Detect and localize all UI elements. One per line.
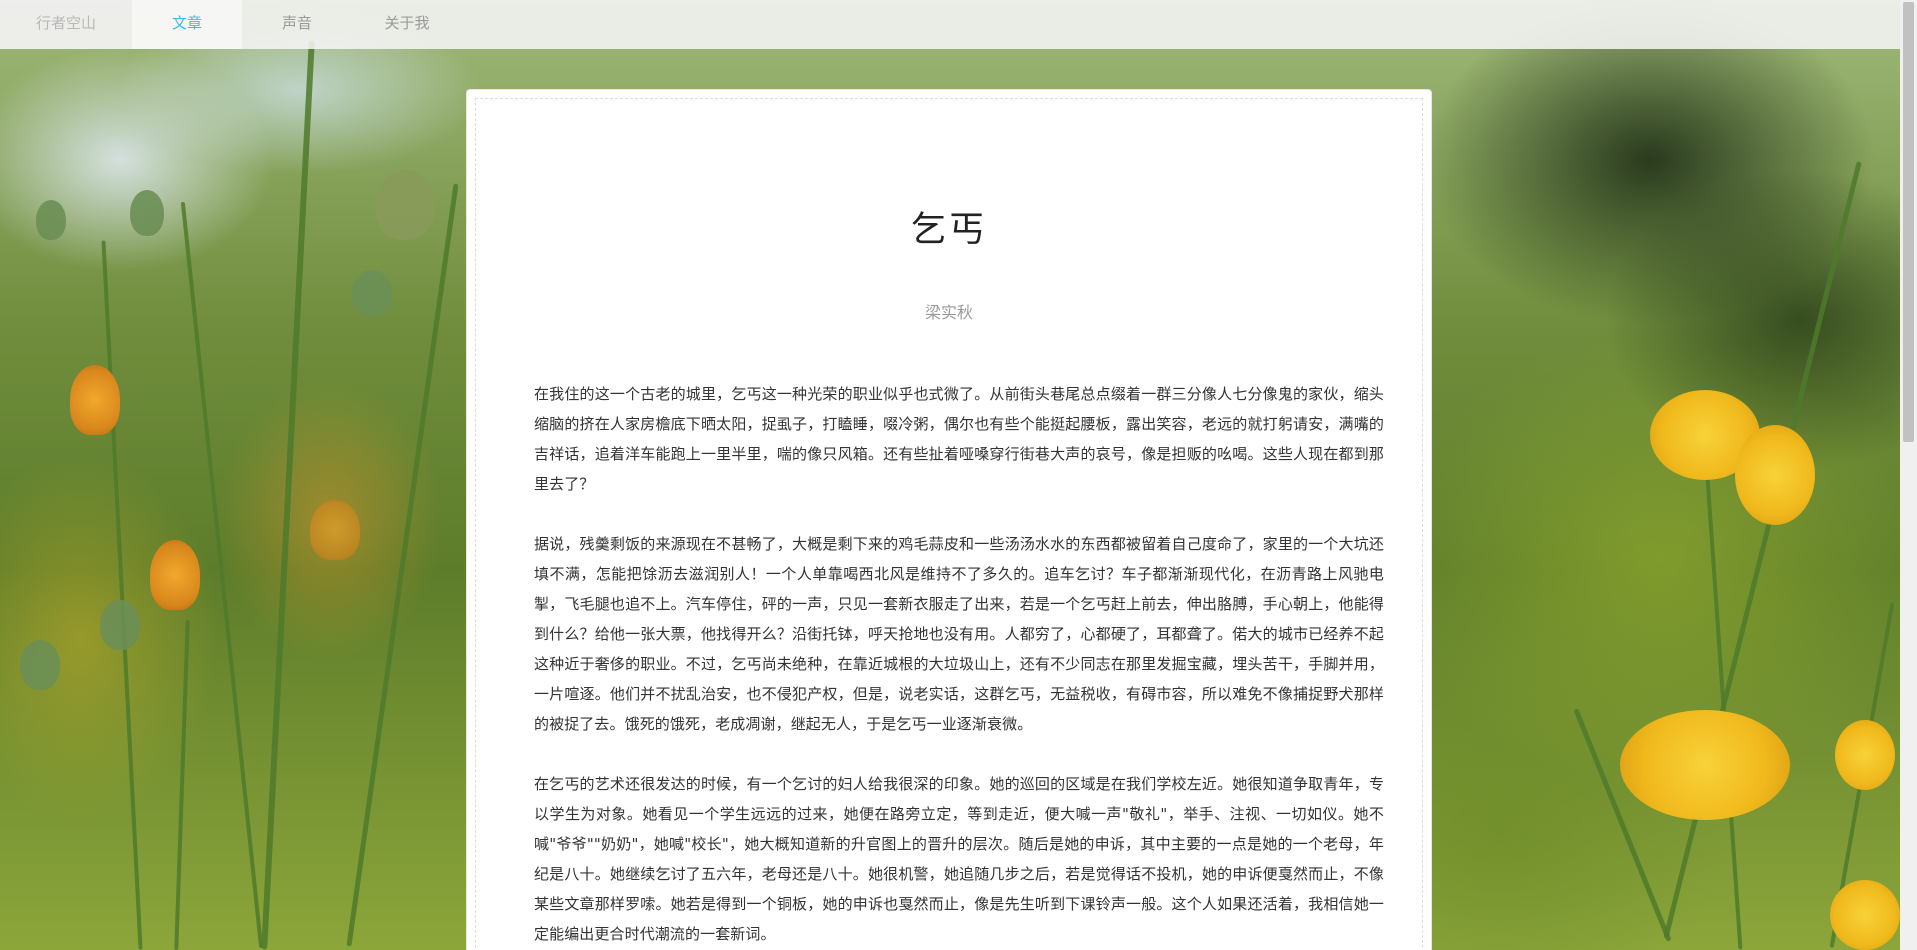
vertical-scrollbar[interactable] <box>1900 0 1917 950</box>
article-title: 乞丐 <box>910 210 987 250</box>
scrollbar-thumb[interactable] <box>1903 2 1914 442</box>
site-brand-link[interactable]: 行者空山 <box>0 0 132 49</box>
nav-tab-articles[interactable]: 文章 <box>132 0 242 49</box>
article-card-border: 乞丐 梁实秋 在我住的这一个古老的城里，乞丐这一种光荣的职业似乎也式微了。从前街… <box>475 98 1423 950</box>
top-navigation-bar: 行者空山 文章 声音 关于我 <box>0 0 1900 49</box>
nav-tab-about[interactable]: 关于我 <box>352 0 462 49</box>
page: 行者空山 文章 声音 关于我 乞丐 梁实秋 在我住的这一个古老的城里，乞丐这一种… <box>0 0 1917 950</box>
article-body: 在我住的这一个古老的城里，乞丐这一种光荣的职业似乎也式微了。从前街头巷尾总点缀着… <box>534 379 1384 950</box>
article-paragraph: 据说，残羹剩饭的来源现在不甚畅了，大概是剩下来的鸡毛蒜皮和一些汤汤水水的东西都被… <box>534 535 1384 733</box>
article-paragraph: 在我住的这一个古老的城里，乞丐这一种光荣的职业似乎也式微了。从前街头巷尾总点缀着… <box>534 385 1384 493</box>
article-paragraph: 在乞丐的艺术还很发达的时候，有一个乞讨的妇人给我很深的印象。她的巡回的区域是在我… <box>534 775 1384 943</box>
article-author: 梁实秋 <box>924 303 973 322</box>
nav-tab-audio[interactable]: 声音 <box>242 0 352 49</box>
article-card: 乞丐 梁实秋 在我住的这一个古老的城里，乞丐这一种光荣的职业似乎也式微了。从前街… <box>466 89 1432 950</box>
